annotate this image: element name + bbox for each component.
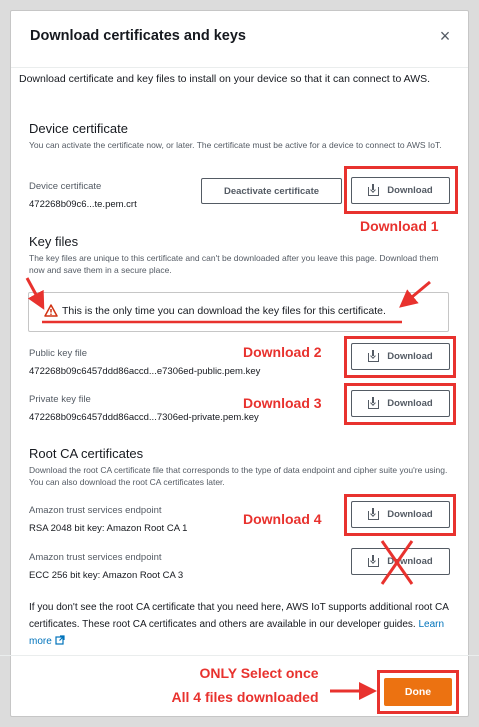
cross-out-icon — [380, 540, 414, 585]
annotation-overlay — [25, 277, 431, 700]
arrow-icon — [25, 277, 45, 310]
arrow-icon — [399, 280, 431, 308]
